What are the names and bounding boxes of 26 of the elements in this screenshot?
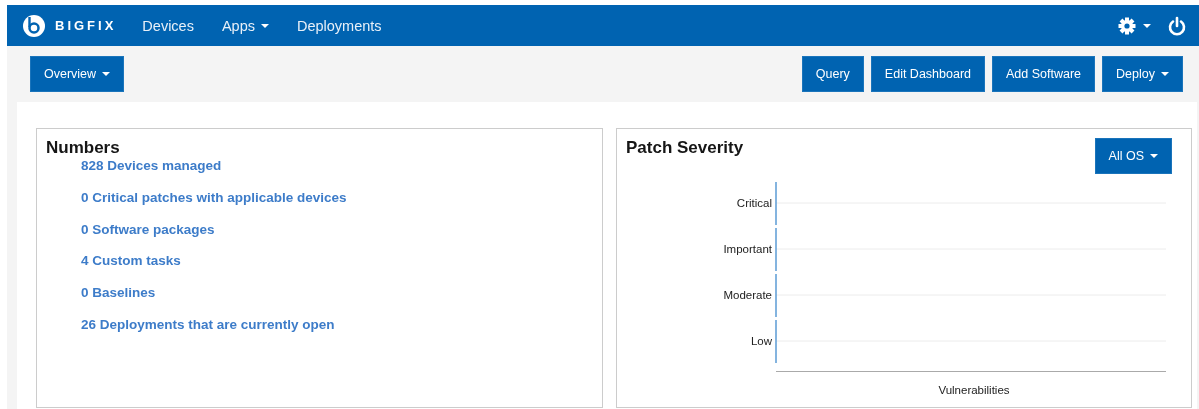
summary-link[interactable]: 4 Custom tasks bbox=[81, 253, 602, 270]
axis-title: Vulnerabilities bbox=[937, 384, 1011, 396]
settings-button[interactable] bbox=[1117, 15, 1151, 36]
toolbar-button[interactable]: Edit Dashboard bbox=[870, 56, 986, 92]
summary-link[interactable]: 0 Baselines bbox=[81, 285, 602, 302]
axis-label: Important bbox=[723, 243, 772, 255]
toolbar-button[interactable]: Deploy bbox=[1102, 56, 1183, 92]
toolbar-button[interactable]: Add Software bbox=[992, 56, 1096, 92]
axis-label: Moderate bbox=[723, 289, 772, 301]
card-title: Patch Severity bbox=[626, 138, 744, 158]
logo-icon bbox=[22, 13, 46, 38]
axis-label: Critical bbox=[736, 197, 772, 209]
summary-link[interactable]: 26 Deployments that are currently open bbox=[81, 317, 602, 333]
summary-link[interactable]: 0 Software packages bbox=[81, 221, 602, 238]
power-icon[interactable] bbox=[1167, 15, 1187, 36]
os-filter-dropdown[interactable]: All OS bbox=[1094, 138, 1172, 174]
nav-link[interactable]: Apps bbox=[221, 17, 269, 34]
axis-label: Low bbox=[750, 335, 772, 347]
summary-link[interactable]: 0 Critical patches with applicable devices bbox=[81, 189, 602, 206]
toolbar-button[interactable]: Query bbox=[801, 56, 864, 92]
brand-name[interactable]: BIGFIX bbox=[55, 18, 117, 33]
view-dropdown-button[interactable]: Overview bbox=[30, 56, 125, 92]
nav-link[interactable]: Deployments bbox=[297, 17, 382, 34]
nav-link[interactable]: Devices bbox=[142, 17, 194, 34]
card-title: Numbers bbox=[46, 138, 121, 158]
summary-link[interactable]: 828 Devices managed bbox=[81, 158, 602, 174]
